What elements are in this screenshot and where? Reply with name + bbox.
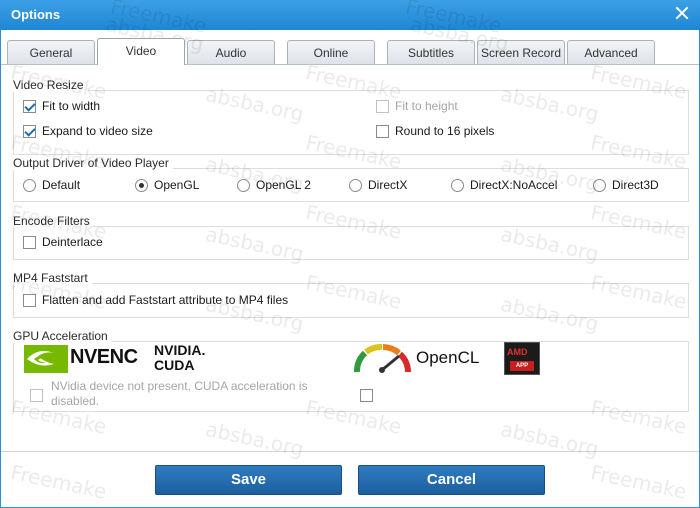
fit-to-width-label: Fit to width (42, 99, 101, 113)
driver-directx-label: DirectX (368, 178, 408, 192)
encode-filters-group: Encode Filters (13, 214, 689, 260)
round-to-16-option[interactable]: Round to 16 pixels (376, 123, 494, 139)
title-bar[interactable]: Options (0, 0, 700, 30)
driver-default-radio[interactable] (23, 178, 36, 192)
dialog-footer: Save Cancel (1, 451, 699, 507)
deinterlace-option[interactable]: Deinterlace (23, 234, 103, 250)
driver-directx-noaccel-label: DirectX:NoAccel (470, 178, 558, 192)
fit-to-width-option[interactable]: Fit to width (23, 98, 100, 114)
flatten-faststart-label: Flatten and add Faststart attribute to M… (42, 293, 289, 307)
driver-opengl2-label: OpenGL 2 (256, 178, 311, 192)
expand-to-video-size-checkbox[interactable] (23, 124, 36, 138)
output-driver-label: Output Driver of Video Player (13, 156, 173, 170)
tab-video[interactable]: Video (97, 38, 185, 65)
driver-opengl2-option[interactable]: OpenGL 2 (237, 177, 311, 193)
expand-to-video-size-option[interactable]: Expand to video size (23, 123, 153, 139)
encode-filters-label: Encode Filters (13, 214, 94, 228)
driver-default-option[interactable]: Default (23, 177, 80, 193)
driver-directx-noaccel-radio[interactable] (451, 178, 464, 192)
driver-opengl-label: OpenGL (154, 178, 200, 192)
tab-advanced[interactable]: Advanced (567, 40, 655, 65)
opencl-checkbox[interactable] (360, 388, 373, 402)
fit-to-height-label: Fit to height (395, 99, 458, 113)
driver-opengl-option[interactable]: OpenGL (135, 177, 199, 193)
amd-logo-text: AMD (507, 347, 528, 357)
expand-to-video-size-label: Expand to video size (42, 124, 153, 138)
deinterlace-checkbox[interactable] (23, 235, 36, 249)
opencl-option[interactable] (360, 387, 373, 403)
cuda-checkbox (30, 388, 43, 402)
driver-directx-radio[interactable] (349, 178, 362, 192)
video-resize-label: Video Resize (13, 78, 88, 92)
cancel-button[interactable]: Cancel (358, 465, 545, 495)
tab-screen-record[interactable]: Screen Record (477, 40, 565, 65)
flatten-faststart-option[interactable]: Flatten and add Faststart attribute to M… (23, 292, 288, 308)
driver-direct3d-radio[interactable] (593, 178, 606, 192)
tab-general[interactable]: General (7, 40, 95, 65)
driver-directx-option[interactable]: DirectX (349, 177, 407, 193)
fit-to-height-option: Fit to height (376, 98, 458, 114)
flatten-faststart-checkbox[interactable] (23, 293, 36, 307)
amd-app-logo: AMD APP (504, 342, 540, 375)
opencl-logo-text: OpenCL (416, 348, 480, 367)
tab-audio[interactable]: Audio (187, 40, 275, 65)
fit-to-width-checkbox[interactable] (23, 99, 36, 113)
driver-direct3d-option[interactable]: Direct3D (593, 177, 659, 193)
mp4-faststart-label: MP4 Faststart (13, 271, 92, 285)
nvidia-logo-text: NVIDIA. (154, 342, 206, 358)
driver-direct3d-label: Direct3D (612, 178, 659, 192)
driver-opengl2-radio[interactable] (237, 178, 250, 192)
cuda-status-message: NVidia device not present, CUDA accelera… (51, 379, 308, 408)
window-title: Options (11, 7, 61, 22)
cuda-logo-text: CUDA (154, 357, 195, 373)
driver-opengl-radio[interactable] (135, 178, 148, 192)
nvidia-cuda-logo: NVIDIA. CUDA (154, 343, 205, 373)
driver-default-label: Default (42, 178, 81, 192)
tab-subtitles[interactable]: Subtitles (387, 40, 475, 65)
nvenc-logo-text: NVENC (70, 346, 138, 368)
round-to-16-checkbox[interactable] (376, 124, 389, 138)
close-icon[interactable] (674, 5, 690, 21)
cuda-option (30, 387, 43, 403)
deinterlace-label: Deinterlace (42, 235, 103, 249)
gpu-acceleration-label: GPU Acceleration (13, 329, 112, 343)
nvidia-eye-logo (24, 345, 68, 373)
save-button[interactable]: Save (155, 465, 342, 495)
options-window: Options General Video Audio Online Subti… (0, 0, 700, 508)
opencl-gauge-icon (354, 344, 411, 373)
driver-directx-noaccel-option[interactable]: DirectX:NoAccel (451, 177, 557, 193)
tab-strip: General Video Audio Online Subtitles Scr… (1, 30, 699, 65)
round-to-16-label: Round to 16 pixels (395, 124, 495, 138)
fit-to-height-checkbox (376, 99, 389, 113)
tab-online[interactable]: Online (287, 40, 375, 65)
amd-app-text: APP (510, 361, 534, 371)
